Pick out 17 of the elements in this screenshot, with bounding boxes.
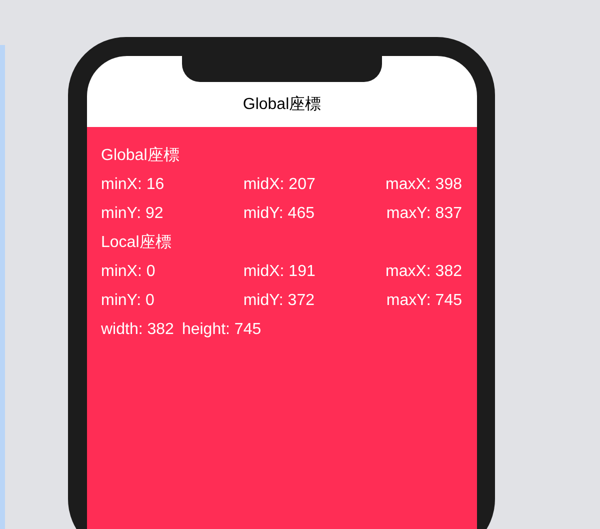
coordinate-label: midX: 207 <box>242 176 316 194</box>
size-label: height: 745 <box>182 320 262 338</box>
section-title: Global座標 <box>101 146 180 166</box>
coordinate-label: maxY: 837 <box>385 204 462 222</box>
coordinate-label: midY: 465 <box>242 204 316 222</box>
coordinate-label: maxY: 745 <box>385 292 462 310</box>
coordinate-label: midX: 191 <box>242 262 316 280</box>
coordinate-label: maxX: 398 <box>384 176 462 194</box>
coordinate-label: minX: 0 <box>101 262 156 280</box>
section-title: Local座標 <box>101 232 172 253</box>
nav-title: Global座標 <box>242 94 322 115</box>
coordinate-label: minX: 16 <box>101 176 166 194</box>
coordinate-label: maxX: 382 <box>384 262 462 280</box>
size-label: width: 382 <box>101 320 174 338</box>
coordinate-label: midY: 372 <box>242 292 316 310</box>
coordinate-label: minY: 0 <box>101 292 156 310</box>
coordinate-label: minY: 92 <box>101 204 164 222</box>
